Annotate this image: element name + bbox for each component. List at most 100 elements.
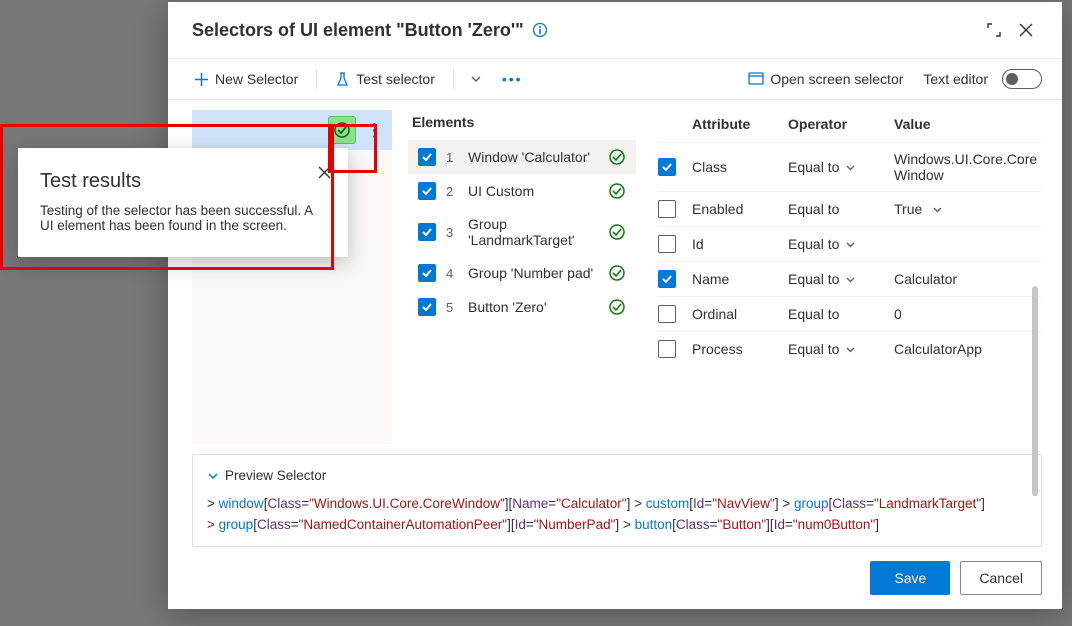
chevron-down-icon[interactable] [845, 239, 856, 250]
checkbox-icon[interactable] [418, 148, 436, 166]
attr-name: Ordinal [692, 306, 778, 322]
open-screen-label: Open screen selector [770, 71, 903, 87]
toast-title: Test results [40, 170, 326, 193]
toolbar: New Selector Test selector ••• Open scre… [168, 59, 1062, 100]
attr-op: Equal to [788, 201, 839, 217]
checkbox-icon[interactable] [658, 158, 676, 176]
scrollbar[interactable] [1032, 286, 1038, 496]
attr-value[interactable]: Calculator [894, 271, 1042, 287]
attr-name: Id [692, 236, 778, 252]
attribute-row[interactable]: Ordinal Equal to 0 [658, 296, 1042, 331]
flask-icon [335, 72, 350, 87]
element-label: Group 'Number pad' [468, 265, 598, 281]
dialog-title: Selectors of UI element "Button 'Zero'" [192, 20, 524, 41]
separator [316, 69, 317, 89]
elements-pane: Elements 1 Window 'Calculator' 2 UI Cust… [408, 110, 636, 444]
attr-name: Process [692, 341, 778, 357]
attr-op: Equal to [788, 341, 839, 357]
text-editor-label: Text editor [923, 71, 988, 87]
attr-value[interactable]: Windows.UI.Core.CoreWindow [894, 151, 1042, 183]
preview-title: Preview Selector [225, 465, 326, 487]
element-index: 4 [446, 266, 458, 281]
new-selector-label: New Selector [215, 71, 298, 87]
attr-value[interactable]: CalculatorApp [894, 341, 1042, 357]
attr-value[interactable]: 0 [894, 306, 1042, 322]
attribute-row[interactable]: Id Equal to [658, 226, 1042, 261]
test-pass-icon [328, 116, 356, 144]
checkbox-icon[interactable] [658, 270, 676, 288]
element-label: Window 'Calculator' [468, 149, 598, 165]
preview-selector: Preview Selector > window[Class="Windows… [192, 454, 1042, 547]
cancel-button[interactable]: Cancel [960, 561, 1042, 595]
col-operator: Operator [788, 116, 884, 132]
elements-title: Elements [408, 110, 636, 140]
save-button[interactable]: Save [870, 561, 950, 595]
separator [453, 69, 454, 89]
checkbox-icon[interactable] [418, 182, 436, 200]
element-label: Group 'LandmarkTarget' [468, 216, 598, 248]
chevron-down-icon[interactable] [466, 69, 486, 89]
dialog-header: Selectors of UI element "Button 'Zero'" [168, 2, 1062, 59]
chevron-down-icon[interactable] [845, 162, 856, 173]
close-dialog-icon[interactable] [1010, 14, 1042, 46]
dialog-footer: Save Cancel [168, 547, 1062, 609]
chevron-down-icon[interactable] [207, 470, 219, 482]
element-row[interactable]: 2 UI Custom [408, 174, 636, 208]
checkbox-icon[interactable] [658, 200, 676, 218]
text-editor-toggle[interactable] [1002, 69, 1042, 89]
attribute-row[interactable]: Name Equal to Calculator [658, 261, 1042, 296]
element-row[interactable]: 5 Button 'Zero' [408, 290, 636, 324]
checkbox-icon[interactable] [658, 340, 676, 358]
attr-op: Equal to [788, 271, 839, 287]
toast-body: Testing of the selector has been success… [40, 203, 326, 233]
check-circle-icon [608, 148, 626, 166]
attr-value[interactable]: True [894, 201, 922, 217]
attr-name: Name [692, 271, 778, 287]
chevron-down-icon[interactable] [845, 344, 856, 355]
element-row[interactable]: 4 Group 'Number pad' [408, 256, 636, 290]
chevron-down-icon[interactable] [845, 274, 856, 285]
attr-op: Equal to [788, 306, 839, 322]
element-index: 1 [446, 150, 458, 165]
check-circle-icon [608, 298, 626, 316]
info-icon[interactable] [532, 22, 548, 38]
col-attribute: Attribute [692, 116, 778, 132]
selector-menu-icon[interactable] [364, 123, 384, 138]
checkbox-icon[interactable] [658, 305, 676, 323]
checkbox-icon[interactable] [658, 235, 676, 253]
test-results-toast: Test results Testing of the selector has… [18, 148, 348, 257]
element-index: 5 [446, 300, 458, 315]
test-selector-button[interactable]: Test selector [329, 67, 441, 91]
element-row[interactable]: 1 Window 'Calculator' [408, 140, 636, 174]
attribute-row[interactable]: Class Equal to Windows.UI.Core.CoreWindo… [658, 142, 1042, 191]
checkbox-icon[interactable] [418, 223, 436, 241]
chevron-down-icon[interactable] [932, 204, 943, 215]
more-icon[interactable]: ••• [498, 71, 527, 87]
attribute-row[interactable]: Process Equal to CalculatorApp [658, 331, 1042, 366]
plus-icon [194, 72, 209, 87]
checkbox-icon[interactable] [418, 264, 436, 282]
element-label: Button 'Zero' [468, 299, 598, 315]
selector-item[interactable] [192, 110, 392, 150]
attribute-row[interactable]: Enabled Equal to True [658, 191, 1042, 226]
element-row[interactable]: 3 Group 'LandmarkTarget' [408, 208, 636, 256]
screen-icon [748, 72, 764, 86]
selector-dialog: Selectors of UI element "Button 'Zero'" … [168, 2, 1062, 609]
col-value: Value [894, 116, 1042, 132]
open-screen-selector-button[interactable]: Open screen selector [742, 67, 909, 91]
close-toast-icon[interactable] [312, 160, 336, 184]
attr-op: Equal to [788, 236, 839, 252]
preview-code: > window[Class="Windows.UI.Core.CoreWind… [207, 493, 1027, 536]
expand-icon[interactable] [978, 14, 1010, 46]
attributes-pane: Attribute Operator Value Class Equal to … [654, 110, 1042, 444]
check-circle-icon [608, 223, 626, 241]
element-index: 3 [446, 225, 458, 240]
checkbox-icon[interactable] [418, 298, 436, 316]
check-circle-icon [608, 264, 626, 282]
attr-op: Equal to [788, 159, 839, 175]
attr-name: Enabled [692, 201, 778, 217]
element-label: UI Custom [468, 183, 598, 199]
element-index: 2 [446, 184, 458, 199]
new-selector-button[interactable]: New Selector [188, 67, 304, 91]
test-selector-label: Test selector [356, 71, 435, 87]
